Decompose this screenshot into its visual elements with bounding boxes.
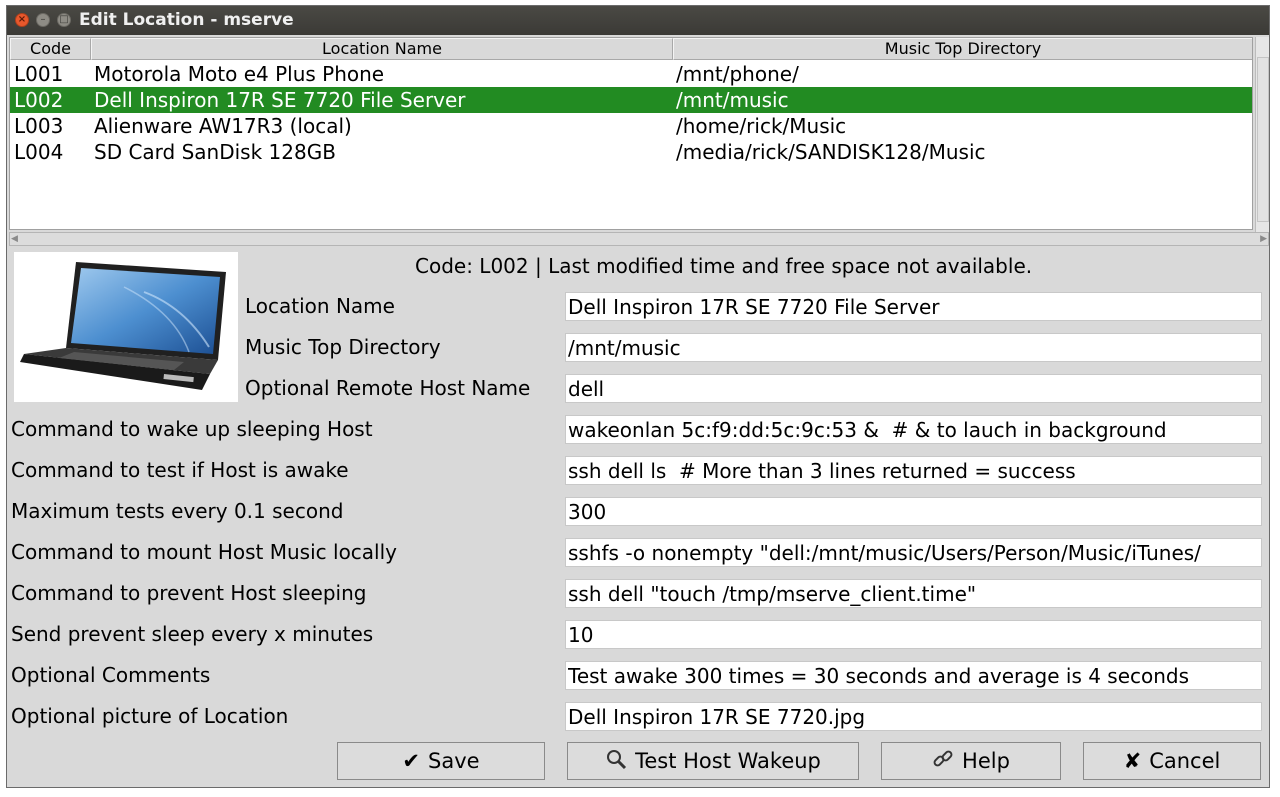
edit-location-window: × – □ Edit Location - mserve Code Locati…	[6, 5, 1270, 788]
cell-code: L003	[14, 114, 64, 138]
magnifier-icon	[605, 748, 627, 775]
field-label-mount-command: Command to mount Host Music locally	[11, 540, 398, 564]
field-label-maximum-tests: Maximum tests every 0.1 second	[11, 499, 344, 523]
field-label-remote-host-name: Optional Remote Host Name	[245, 376, 531, 400]
prevent-sleep-command-field[interactable]	[565, 579, 1262, 608]
mount-command-field[interactable]	[565, 538, 1262, 567]
save-button[interactable]: ✔ Save	[337, 742, 545, 780]
maximum-tests-field[interactable]	[565, 497, 1262, 526]
field-label-wake-command: Command to wake up sleeping Host	[11, 417, 373, 441]
test-host-wakeup-label: Test Host Wakeup	[635, 749, 821, 773]
vertical-scrollbar[interactable]	[1255, 37, 1269, 232]
help-button-label: Help	[962, 749, 1010, 773]
title-bar[interactable]: × – □ Edit Location - mserve	[7, 6, 1269, 35]
cell-location-name: Alienware AW17R3 (local)	[94, 114, 352, 138]
table-row[interactable]: L003 Alienware AW17R3 (local) /home/rick…	[10, 113, 1252, 139]
cell-code: L002	[14, 88, 64, 112]
location-name-field[interactable]	[565, 292, 1262, 321]
link-icon	[932, 748, 954, 775]
location-picture	[14, 252, 238, 402]
cell-location-name: Motorola Moto e4 Plus Phone	[94, 62, 385, 86]
help-button[interactable]: Help	[881, 742, 1061, 780]
music-top-directory-field[interactable]	[565, 333, 1262, 362]
field-label-music-top-directory: Music Top Directory	[245, 335, 441, 359]
window-title: Edit Location - mserve	[79, 10, 294, 30]
table-row[interactable]: L001 Motorola Moto e4 Plus Phone /mnt/ph…	[10, 61, 1252, 87]
location-table[interactable]: Code Location Name Music Top Directory L…	[9, 37, 1253, 230]
scroll-right-icon[interactable]: ▶	[1260, 233, 1267, 245]
horizontal-scrollbar[interactable]: ◀ ▶	[9, 232, 1269, 246]
table-row-selected[interactable]: L002 Dell Inspiron 17R SE 7720 File Serv…	[10, 87, 1252, 113]
cell-location-name: SD Card SanDisk 128GB	[94, 140, 336, 164]
column-header-code[interactable]: Code	[10, 38, 91, 60]
cell-music-top-directory: /home/rick/Music	[676, 114, 847, 138]
close-window-button[interactable]: ×	[15, 13, 29, 27]
checkmark-icon: ✔	[402, 749, 421, 773]
column-header-music-top-directory[interactable]: Music Top Directory	[673, 38, 1252, 60]
field-label-test-awake-command: Command to test if Host is awake	[11, 458, 349, 482]
save-button-label: Save	[428, 749, 480, 773]
optional-comments-field[interactable]	[565, 661, 1262, 690]
minimize-window-button[interactable]: –	[36, 13, 50, 27]
test-awake-command-field[interactable]	[565, 456, 1262, 485]
remote-host-name-field[interactable]	[565, 374, 1262, 403]
scroll-left-icon[interactable]: ◀	[11, 233, 18, 245]
field-label-location-name: Location Name	[245, 294, 395, 318]
wake-command-field[interactable]	[565, 415, 1262, 444]
test-host-wakeup-button[interactable]: Test Host Wakeup	[567, 742, 859, 780]
cell-music-top-directory: /media/rick/SANDISK128/Music	[676, 140, 986, 164]
optional-picture-field[interactable]	[565, 702, 1262, 731]
field-label-prevent-sleep-interval: Send prevent sleep every x minutes	[11, 622, 374, 646]
column-header-location-name[interactable]: Location Name	[91, 38, 673, 60]
location-status-text: Code: L002 | Last modified time and free…	[415, 254, 1033, 278]
field-label-prevent-sleep-command: Command to prevent Host sleeping	[11, 581, 367, 605]
cross-icon: ✘	[1123, 749, 1142, 773]
cancel-button-label: Cancel	[1149, 749, 1221, 773]
cell-code: L004	[14, 140, 64, 164]
field-label-optional-comments: Optional Comments	[11, 663, 211, 687]
vertical-scrollbar-thumb[interactable]	[1257, 57, 1269, 222]
cell-music-top-directory: /mnt/phone/	[676, 62, 799, 86]
maximize-window-button[interactable]: □	[57, 13, 71, 27]
table-row[interactable]: L004 SD Card SanDisk 128GB /media/rick/S…	[10, 139, 1252, 165]
cell-code: L001	[14, 62, 64, 86]
cell-location-name: Dell Inspiron 17R SE 7720 File Server	[94, 88, 466, 112]
table-header: Code Location Name Music Top Directory	[10, 38, 1252, 60]
prevent-sleep-interval-field[interactable]	[565, 620, 1262, 649]
cell-music-top-directory: /mnt/music	[676, 88, 789, 112]
laptop-image	[20, 262, 226, 390]
cancel-button[interactable]: ✘ Cancel	[1083, 742, 1261, 780]
field-label-optional-picture: Optional picture of Location	[11, 704, 289, 728]
